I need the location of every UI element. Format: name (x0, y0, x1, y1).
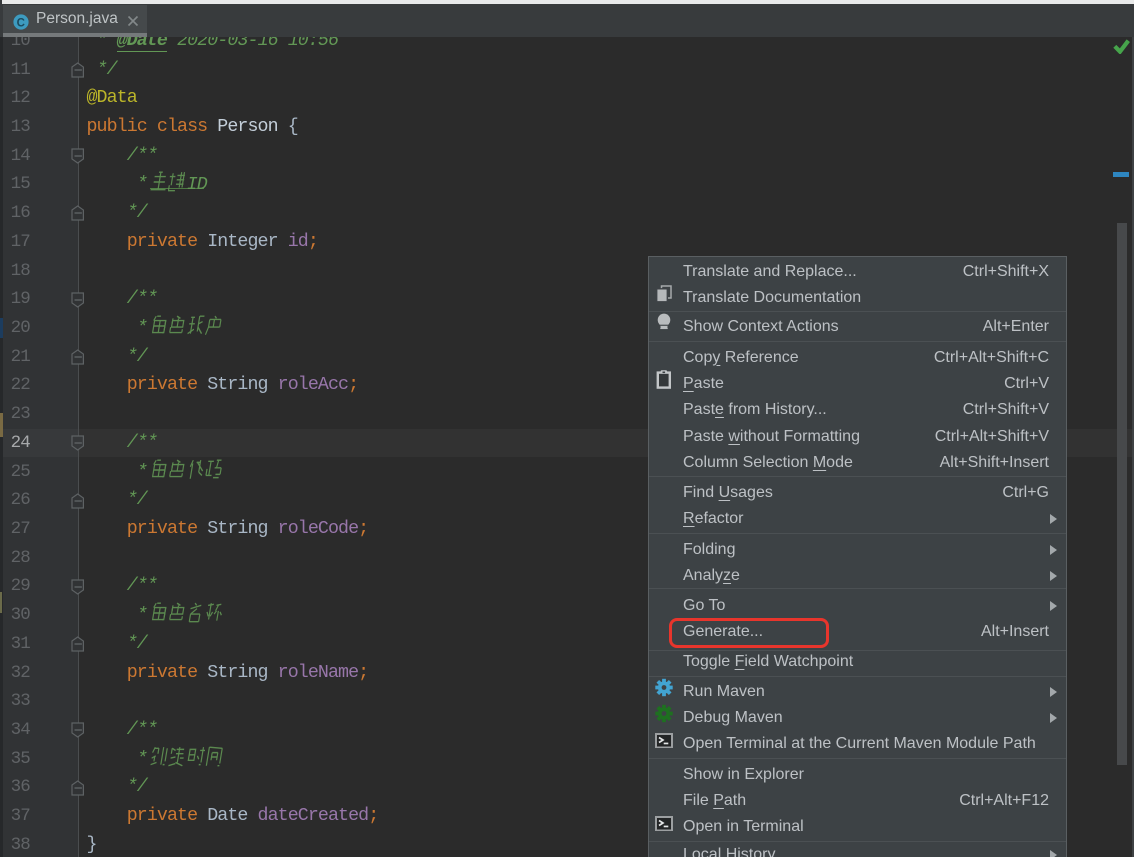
svg-text:C: C (17, 17, 25, 29)
